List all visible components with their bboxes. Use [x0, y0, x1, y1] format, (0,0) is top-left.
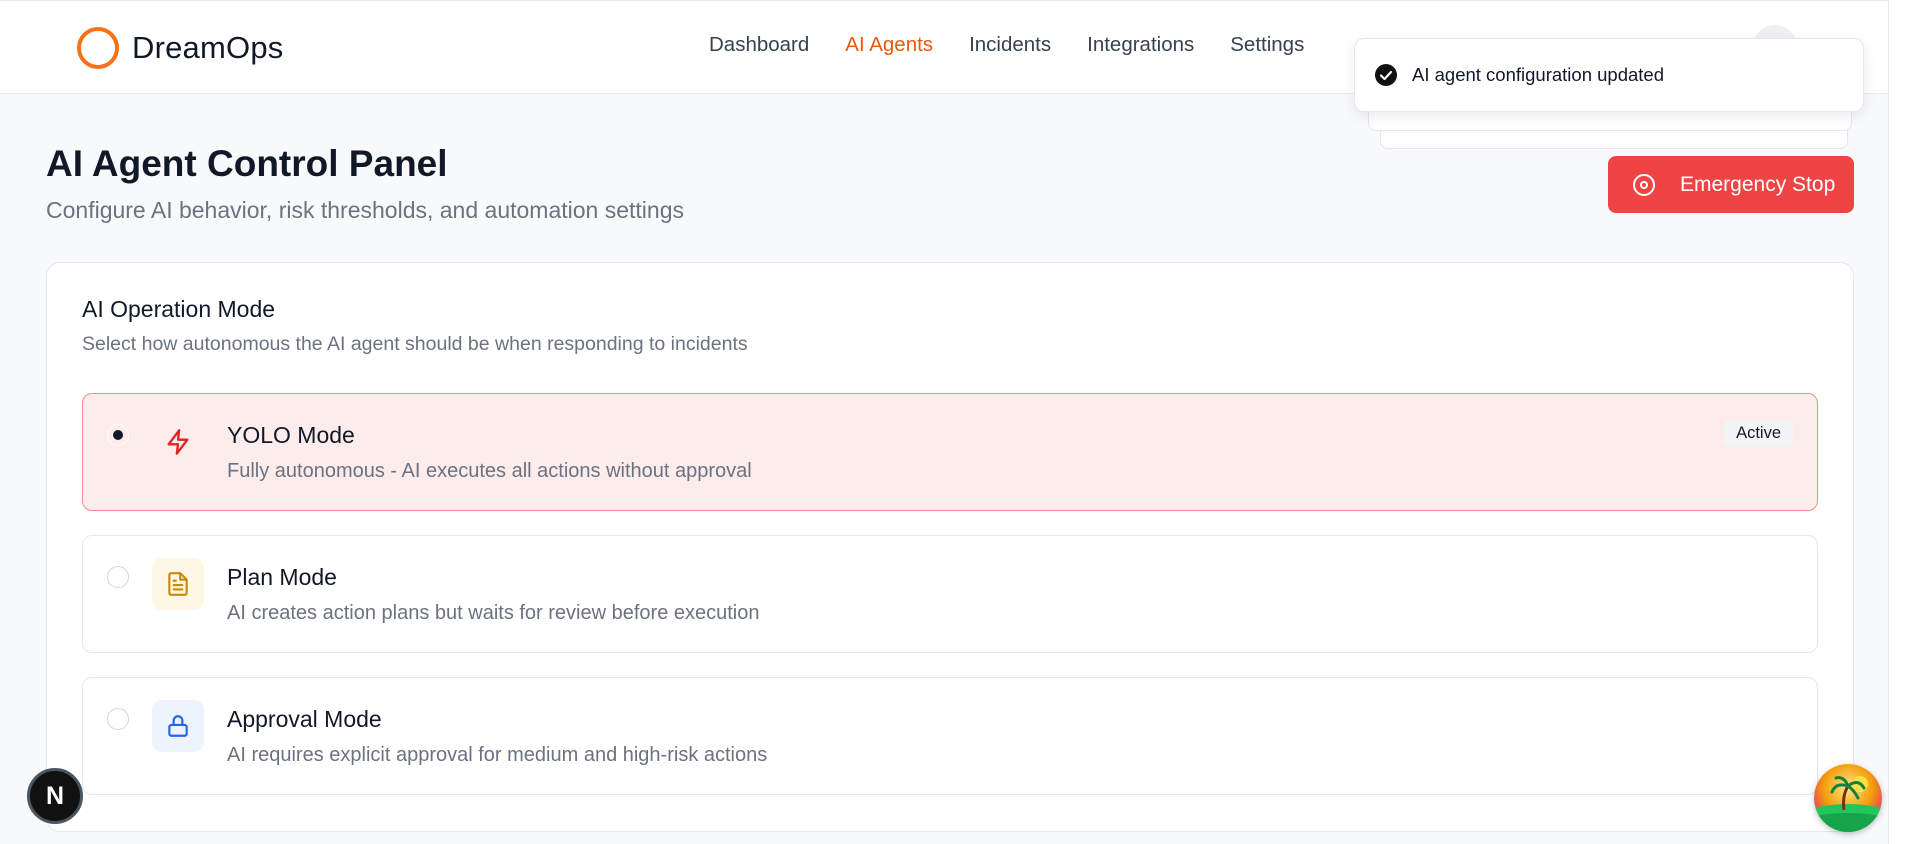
assistant-button[interactable] [1814, 764, 1882, 832]
nav-item-ai-agents[interactable]: AI Agents [845, 33, 933, 57]
check-circle-icon [1374, 63, 1398, 87]
dev-tools-button[interactable]: N [27, 768, 83, 824]
toast-notification[interactable]: AI agent configuration updated [1354, 38, 1864, 112]
page-scrollbar[interactable] [1888, 0, 1906, 844]
stop-circle-icon [1632, 173, 1656, 197]
document-icon [152, 558, 204, 610]
nav-item-settings[interactable]: Settings [1230, 33, 1304, 57]
mode-title: Plan Mode [227, 564, 337, 590]
mode-description: AI requires explicit approval for medium… [227, 744, 768, 766]
page-subtitle: Configure AI behavior, risk thresholds, … [46, 197, 684, 223]
app-viewport: DreamOps Dashboard AI Agents Incidents I… [0, 0, 1888, 844]
radio-approval[interactable] [107, 708, 129, 730]
lightning-icon [152, 416, 204, 468]
toast-message: AI agent configuration updated [1412, 64, 1664, 85]
status-badge: Active [1724, 420, 1793, 447]
page-title: AI Agent Control Panel [46, 143, 448, 184]
radio-plan[interactable] [107, 566, 129, 588]
radio-yolo[interactable] [107, 424, 129, 446]
mode-option-yolo[interactable]: YOLO Mode Fully autonomous - AI executes… [82, 393, 1818, 511]
mode-option-approval[interactable]: Approval Mode AI requires explicit appro… [82, 677, 1818, 795]
mode-description: Fully autonomous - AI executes all actio… [227, 460, 752, 482]
card-description: Select how autonomous the AI agent shoul… [82, 333, 748, 355]
mode-title: YOLO Mode [227, 422, 355, 448]
beach-island-icon [1814, 764, 1882, 832]
mode-description: AI creates action plans but waits for re… [227, 602, 760, 624]
mode-option-plan[interactable]: Plan Mode AI creates action plans but wa… [82, 535, 1818, 653]
emergency-stop-label: Emergency Stop [1680, 172, 1836, 196]
operation-mode-card: AI Operation Mode Select how autonomous … [46, 262, 1854, 832]
card-title: AI Operation Mode [82, 296, 276, 322]
brand-name: DreamOps [132, 30, 284, 65]
brand-logo[interactable]: DreamOps [77, 27, 283, 69]
nav-item-dashboard[interactable]: Dashboard [709, 33, 809, 57]
emergency-stop-button[interactable]: Emergency Stop [1608, 156, 1854, 213]
nav-item-incidents[interactable]: Incidents [969, 33, 1051, 57]
dev-tools-label: N [45, 781, 65, 810]
nav-item-integrations[interactable]: Integrations [1087, 33, 1194, 57]
logo-ring-icon [77, 27, 119, 69]
main-nav: Dashboard AI Agents Incidents Integratio… [709, 33, 1340, 57]
mode-title: Approval Mode [227, 706, 382, 732]
lock-icon [152, 700, 204, 752]
